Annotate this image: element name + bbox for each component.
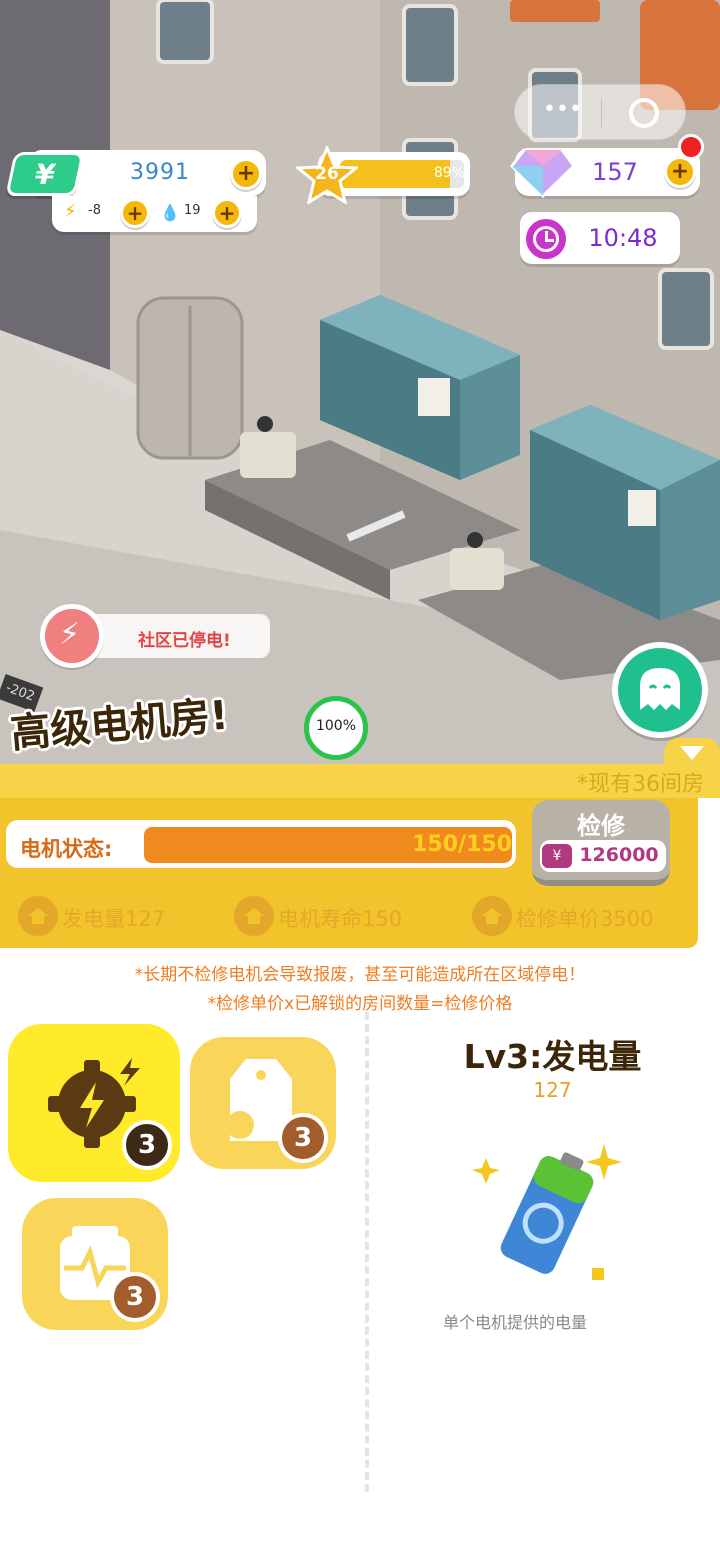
close-target-icon[interactable] xyxy=(629,98,659,128)
level-badge: 3 xyxy=(278,1113,328,1163)
water-value: 19 xyxy=(184,203,201,218)
upgrade-arrow-icon xyxy=(18,896,58,936)
cash-value: 3991 xyxy=(130,160,190,185)
upgrade-card-lifespan[interactable]: 3 xyxy=(22,1198,168,1330)
ghost-icon xyxy=(640,668,680,710)
level-badge: 3 xyxy=(110,1272,160,1322)
gem-value: 157 xyxy=(592,158,638,186)
add-power-button[interactable]: + xyxy=(120,198,150,228)
upgrade-card-repair-price[interactable]: 3 xyxy=(190,1037,336,1169)
power-value: -8 xyxy=(88,203,101,218)
battery-recycle-icon xyxy=(472,1144,622,1280)
level-badge: 3 xyxy=(122,1120,172,1170)
upgrade-detail-title: Lv3:发电量 xyxy=(463,1037,642,1076)
add-gem-button[interactable]: + xyxy=(664,156,696,188)
power-off-icon: ⚡ xyxy=(40,604,104,668)
add-water-button[interactable]: + xyxy=(212,198,242,228)
upgrade-arrow-icon xyxy=(234,896,274,936)
add-cash-button[interactable]: + xyxy=(230,158,262,190)
stat-label: 电机寿命150 xyxy=(278,907,403,931)
capsule-divider xyxy=(601,99,602,127)
section-divider xyxy=(365,1012,369,1492)
room-completion-text: 100% xyxy=(315,718,357,734)
stat-label: 检修单价3500 xyxy=(516,907,654,931)
repair-label: 检修 xyxy=(577,812,625,840)
player-level: 26 xyxy=(315,164,339,184)
lightning-icon: ⚡ xyxy=(64,201,77,222)
upgrade-arrow-icon xyxy=(472,896,512,936)
rooms-owned-text: *现有36间房 xyxy=(577,772,704,797)
chevron-down-icon xyxy=(680,746,704,760)
repair-price: 126000 xyxy=(579,844,659,866)
warning-text-2: *检修单价x已解锁的房间数量=检修价格 xyxy=(207,994,513,1014)
yen-icon: ¥ xyxy=(5,152,85,196)
stat-label: 发电量127 xyxy=(62,907,166,931)
notice-text: 社区已停电! xyxy=(138,631,231,651)
clock-icon xyxy=(523,216,569,262)
status-value: 150/150 xyxy=(412,832,512,857)
gem-icon xyxy=(510,148,576,199)
clock-value: 10:48 xyxy=(588,224,658,252)
upgrade-card-power[interactable]: 3 xyxy=(8,1024,180,1182)
upgrade-detail-value: 127 xyxy=(533,1078,572,1102)
more-icon[interactable]: ••• xyxy=(543,99,582,127)
upgrade-detail-description: 单个电机提供的电量 xyxy=(442,1313,587,1332)
notification-dot xyxy=(678,134,704,160)
status-label: 电机状态: xyxy=(20,837,113,861)
yen-icon: ¥ xyxy=(542,844,572,868)
mini-program-capsule: ••• xyxy=(514,84,686,140)
warning-text-1: *长期不检修电机会导致报废，甚至可能造成所在区域停电！ xyxy=(134,965,586,985)
chat-ghost-button[interactable] xyxy=(612,642,708,738)
water-drop-icon: 💧 xyxy=(160,203,180,222)
level-progress-text: 89% xyxy=(433,165,465,181)
